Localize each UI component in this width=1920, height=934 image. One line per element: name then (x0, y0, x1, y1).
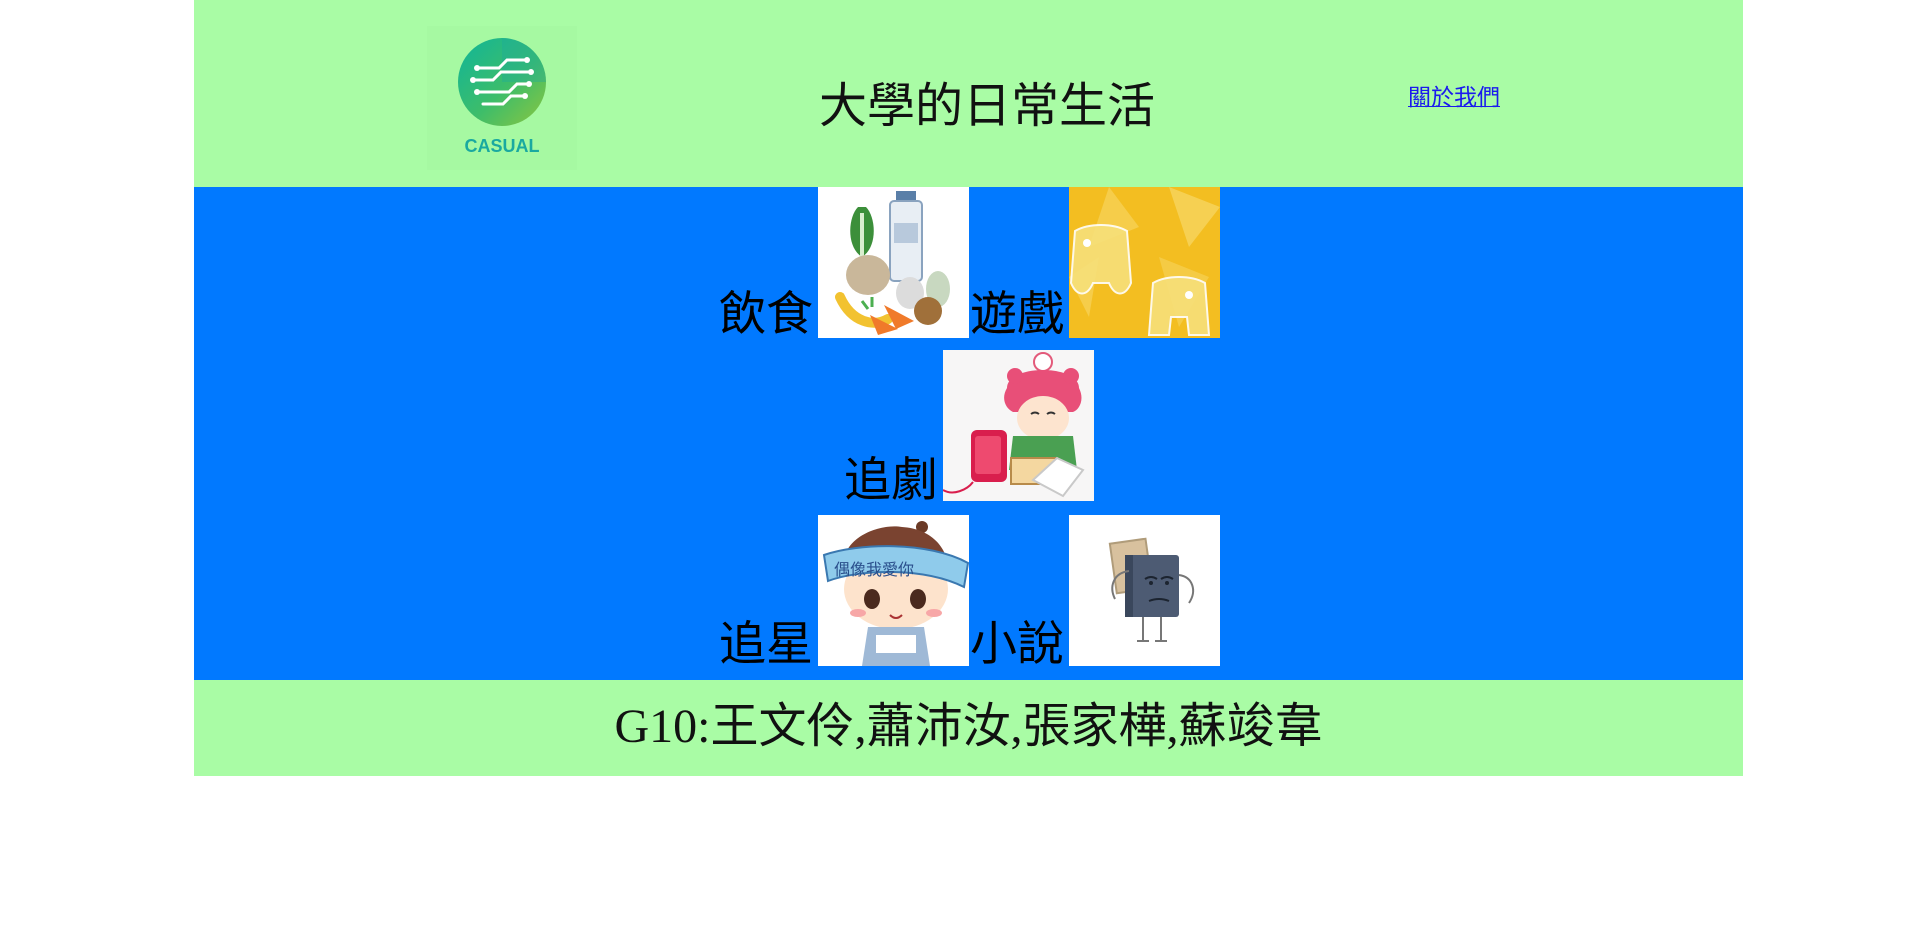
circuit-logo-icon: CASUAL (458, 38, 546, 156)
food-image[interactable] (818, 187, 969, 338)
site-title: 大學的日常生活 (819, 78, 1156, 134)
category-label-idol[interactable]: 追星 (719, 621, 813, 668)
drama-image[interactable] (942, 350, 1094, 501)
casual-logo[interactable]: CASUAL (427, 26, 577, 170)
group-credits: G10:王文伶,蕭沛汝,張家樺,蘇竣韋 (614, 700, 1323, 753)
idol-image[interactable]: 偶像我愛你 (818, 515, 970, 666)
category-grid: 飲食 遊戲 追劇 追星 偶像我愛你 小說 (194, 187, 1743, 680)
site-header: CASUAL 大學的日常生活 關於我們 (194, 0, 1743, 187)
page-container: CASUAL 大學的日常生活 關於我們 飲食 遊戲 追劇 追星 偶像我愛你 小說… (194, 0, 1743, 776)
logo-wordmark: CASUAL (465, 136, 540, 156)
category-label-food[interactable]: 飲食 (719, 291, 813, 338)
category-label-novel[interactable]: 小說 (970, 621, 1064, 668)
games-image[interactable] (1069, 187, 1220, 338)
svg-text:偶像我愛你: 偶像我愛你 (834, 560, 914, 579)
novel-image[interactable] (1069, 515, 1220, 666)
category-label-games[interactable]: 遊戲 (970, 291, 1064, 338)
about-us-link[interactable]: 關於我們 (1408, 78, 1500, 112)
site-footer: G10:王文伶,蕭沛汝,張家樺,蘇竣韋 (194, 680, 1743, 776)
category-label-drama[interactable]: 追劇 (844, 457, 938, 504)
